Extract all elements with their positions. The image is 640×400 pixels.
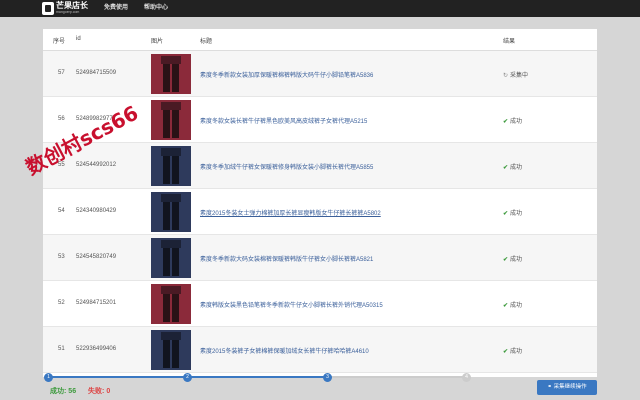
result-status: ✔ 成功 (503, 346, 522, 355)
row-seq: 54 (58, 208, 65, 214)
product-thumbnail[interactable] (151, 330, 191, 370)
footer-stats: 成功: 56 失败: 0 (50, 386, 110, 396)
top-navbar: 芒果店长 mangoerp.com 免费使用 帮助中心 (0, 0, 640, 17)
thumbnail-shape (161, 332, 181, 340)
product-thumbnail[interactable] (151, 146, 191, 186)
row-seq: 57 (58, 70, 65, 76)
header-title: 标题 (200, 39, 213, 45)
product-title-link[interactable]: 素度2015冬装裤子女裤棉裤保暖加绒女长裤牛仔裤哈哈裤A4610 (200, 346, 369, 355)
progress-track-remaining (328, 376, 468, 378)
table-row: 54 524340980429 素度2015冬装女士弹力棉裤加厚长裤显瘦韩版女牛仔裤… (43, 189, 597, 235)
continue-collect-label: 采集继续操作 (553, 384, 587, 390)
logo-text: 芒果店长 (56, 1, 88, 10)
header-image: 图片 (151, 39, 164, 45)
product-thumbnail[interactable] (151, 100, 191, 140)
check-icon: ✔ (503, 303, 509, 309)
table-row: 55 524544992012 素度冬季加绒牛仔裤女保暖裤修身韩版女装小脚裤长裤代理… (43, 143, 597, 189)
continue-collect-button[interactable]: ⚭ 采集继续操作 (537, 380, 597, 395)
thumbnail-shape (161, 102, 181, 110)
step-1: 1 (44, 373, 53, 382)
row-id: 524984715201 (76, 300, 117, 306)
logo[interactable]: 芒果店长 mangoerp.com (42, 2, 91, 15)
product-title-link[interactable]: 素度冬季新款大码女装棉裤保暖裤韩版牛仔裤女小脚长裤裤A5821 (200, 254, 373, 263)
nav-help-center[interactable]: 帮助中心 (144, 0, 168, 17)
result-text: 采集中 (510, 73, 529, 79)
success-label: 成功: (50, 388, 67, 395)
product-title-link[interactable]: 素度冬季新款女装加厚保暖裤棉裤韩版大码牛仔小脚铅笔裤A5836 (200, 70, 373, 79)
row-id: 522936499406 (76, 346, 117, 352)
header-seq: 序号 (53, 39, 66, 45)
row-id: 524340980429 (76, 208, 117, 214)
product-title-link[interactable]: 素度韩版女装黑色铅笔裤冬季新款牛仔女小脚裤长裤外销代理A50315 (200, 300, 383, 309)
result-status: ✔ 成功 (503, 208, 522, 217)
row-seq: 52 (58, 300, 65, 306)
progress-steps: 1 2 3 4 (44, 373, 471, 383)
nav-free-use[interactable]: 免费使用 (104, 0, 128, 17)
result-status: ✔ 成功 (503, 116, 522, 125)
product-title-link[interactable]: 素度冬季加绒牛仔裤女保暖裤修身韩版女装小脚裤长裤代理A5855 (200, 162, 373, 171)
success-count: 56 (68, 388, 77, 395)
fail-count: 0 (106, 388, 111, 395)
result-text: 成功 (510, 165, 523, 171)
check-icon: ✔ (503, 257, 509, 263)
header-result: 结果 (503, 39, 516, 45)
result-status: ✔ 成功 (503, 254, 522, 263)
product-thumbnail[interactable] (151, 284, 191, 324)
product-title-link[interactable]: 素度2015冬装女士弹力棉裤加厚长裤显瘦韩版女牛仔裤长裤裤A5802 (200, 208, 381, 217)
result-status: ✔ 成功 (503, 300, 522, 309)
check-icon: ✔ (503, 211, 509, 217)
check-icon: ✔ (503, 165, 509, 171)
spinner-icon: ↻ (503, 73, 509, 79)
result-text: 成功 (510, 119, 523, 125)
thumbnail-shape (161, 148, 181, 156)
step-2: 2 (183, 373, 192, 382)
thumbnail-shape (161, 286, 181, 294)
row-id: 524544992012 (76, 162, 117, 168)
row-seq: 53 (58, 254, 65, 260)
fail-label: 失败: (88, 388, 105, 395)
thumbnail-shape (161, 194, 181, 202)
table-header: 序号 id 图片 标题 结果 (43, 29, 597, 51)
row-seq: 56 (58, 116, 65, 122)
table-row: 52 524984715201 素度韩版女装黑色铅笔裤冬季新款牛仔女小脚裤长裤外销代… (43, 281, 597, 327)
header-id: id (76, 36, 81, 42)
product-thumbnail[interactable] (151, 54, 191, 94)
logo-subtitle: mangoerp.com (56, 10, 80, 14)
step-4: 4 (462, 373, 471, 382)
product-title-link[interactable]: 素度冬款女装长裤牛仔裤黑色欧美风高皮绒裤子女裤代理A5215 (200, 116, 367, 125)
check-icon: ✔ (503, 349, 509, 355)
check-icon: ✔ (503, 119, 509, 125)
logo-icon (42, 2, 54, 15)
thumbnail-shape (161, 56, 181, 64)
step-3: 3 (323, 373, 332, 382)
result-text: 成功 (510, 257, 523, 263)
result-text: 成功 (510, 211, 523, 217)
row-id: 524545820749 (76, 254, 117, 260)
table-row: 53 524545820749 素度冬季新款大码女装棉裤保暖裤韩版牛仔裤女小脚长裤裤… (43, 235, 597, 281)
table-row: 51 522936499406 素度2015冬装裤子女裤棉裤保暖加绒女长裤牛仔裤哈哈… (43, 327, 597, 373)
results-panel: 序号 id 图片 标题 结果 57 524984715509 素度冬季新款女装加厚保… (43, 29, 597, 377)
table-row: 57 524984715509 素度冬季新款女装加厚保暖裤棉裤韩版大码牛仔小脚铅笔裤… (43, 51, 597, 97)
thumbnail-shape (161, 240, 181, 248)
result-status: ↻ 采集中 (503, 70, 528, 79)
product-thumbnail[interactable] (151, 238, 191, 278)
product-thumbnail[interactable] (151, 192, 191, 232)
result-status: ✔ 成功 (503, 162, 522, 171)
result-text: 成功 (510, 303, 523, 309)
row-seq: 51 (58, 346, 65, 352)
result-text: 成功 (510, 349, 523, 355)
row-id: 524984715509 (76, 70, 117, 76)
